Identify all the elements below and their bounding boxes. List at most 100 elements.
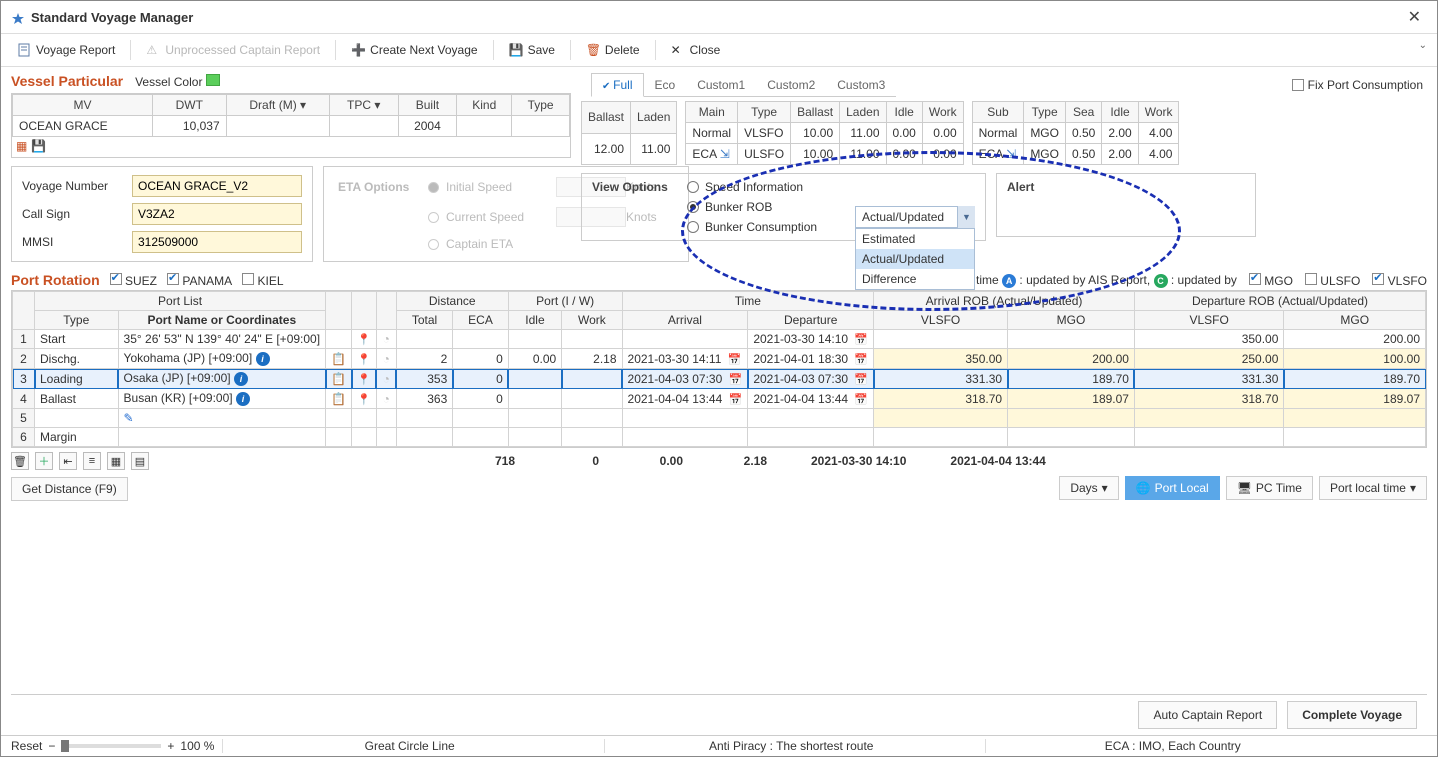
delete-button[interactable]: 🗑Delete bbox=[576, 38, 650, 62]
window-title: Standard Voyage Manager bbox=[31, 10, 1402, 25]
table-mini-icon-1[interactable]: ▦ bbox=[16, 139, 27, 153]
port-rotation-table[interactable]: Port List Distance Port (I / W) Time Arr… bbox=[12, 291, 1426, 447]
speed-info-label: Speed Information bbox=[705, 180, 855, 194]
save-button[interactable]: 💾Save bbox=[499, 38, 565, 62]
table-row[interactable]: 5 ✎ bbox=[13, 409, 1426, 428]
row-tool-1[interactable]: ⇤ bbox=[59, 452, 77, 470]
create-next-voyage-button[interactable]: ➕Create Next Voyage bbox=[341, 38, 487, 62]
row-tool-4[interactable]: ▤ bbox=[131, 452, 149, 470]
info-icon[interactable]: i bbox=[236, 392, 250, 406]
table-row[interactable]: 3LoadingOsaka (JP) [+09:00] i📋📍◔35302021… bbox=[13, 369, 1426, 389]
calendar-icon[interactable]: 📅 bbox=[854, 334, 868, 346]
auto-captain-report-button[interactable]: Auto Captain Report bbox=[1138, 701, 1277, 729]
row-add-button[interactable]: ＋ bbox=[35, 452, 53, 470]
close-button[interactable]: ✕Close bbox=[661, 38, 731, 62]
eca-link-icon-2[interactable]: ⇲ bbox=[1006, 147, 1016, 161]
voyage-number-input[interactable] bbox=[132, 175, 302, 197]
mgo-checkbox[interactable] bbox=[1249, 273, 1261, 285]
suez-checkbox[interactable] bbox=[110, 273, 122, 285]
alert-label: Alert bbox=[1007, 180, 1245, 194]
zoom-out-icon[interactable]: − bbox=[48, 739, 55, 753]
tab-custom2[interactable]: Custom2 bbox=[756, 73, 826, 96]
globe-icon: 🌐 bbox=[1136, 481, 1151, 495]
clipboard-icon[interactable]: 📋 bbox=[331, 392, 346, 406]
complete-voyage-button[interactable]: Complete Voyage bbox=[1287, 701, 1417, 729]
dropdown-opt-actual[interactable]: Actual/Updated bbox=[856, 249, 974, 269]
bunker-cons-radio[interactable] bbox=[687, 221, 699, 233]
pin-icon[interactable]: 📍 bbox=[357, 354, 371, 366]
ballast-laden-table: BallastLaden 12.0011.00 bbox=[581, 101, 677, 165]
days-dropdown[interactable]: Days ▾ bbox=[1059, 476, 1118, 500]
dropdown-opt-estimated[interactable]: Estimated bbox=[856, 229, 974, 249]
info-icon[interactable]: i bbox=[234, 372, 248, 386]
panama-checkbox[interactable] bbox=[167, 273, 179, 285]
edit-icon[interactable]: ✎ bbox=[124, 411, 134, 425]
voyage-report-button[interactable]: Voyage Report bbox=[7, 38, 125, 62]
clipboard-icon[interactable]: 📋 bbox=[331, 352, 346, 366]
vessel-row: OCEAN GRACE 10,037 2004 bbox=[13, 116, 570, 137]
totals-row: 718 0 0.00 2.18 2021-03-30 14:10 2021-04… bbox=[475, 454, 1046, 468]
kiel-checkbox[interactable] bbox=[242, 273, 254, 285]
unprocessed-captain-report-button: ⚠Unprocessed Captain Report bbox=[136, 38, 330, 62]
table-row[interactable]: 1Start35° 26' 53" N 139° 40' 24" E [+09:… bbox=[13, 330, 1426, 349]
tab-custom3[interactable]: Custom3 bbox=[826, 73, 896, 96]
calendar-icon[interactable]: 📅 bbox=[728, 354, 742, 366]
table-row[interactable]: 2Dischg.Yokohama (JP) [+09:00] i📋📍◔200.0… bbox=[13, 349, 1426, 369]
calendar-icon[interactable]: 📅 bbox=[854, 354, 868, 366]
main-consumption-table: MainTypeBallastLadenIdleWork NormalVLSFO… bbox=[685, 101, 963, 165]
call-sign-input[interactable] bbox=[132, 203, 302, 225]
row-tool-2[interactable]: ≡ bbox=[83, 452, 101, 470]
bunker-rob-radio[interactable] bbox=[687, 201, 699, 213]
port-local-button[interactable]: 🌐Port Local bbox=[1125, 476, 1220, 500]
eca-link-icon[interactable]: ⇲ bbox=[720, 147, 730, 161]
vessel-color-chip[interactable] bbox=[206, 74, 220, 86]
mmsi-input[interactable] bbox=[132, 231, 302, 253]
dropdown-button-icon[interactable]: ▼ bbox=[957, 206, 975, 228]
speed-info-radio[interactable] bbox=[687, 181, 699, 193]
vlsfo-checkbox[interactable] bbox=[1372, 273, 1384, 285]
calendar-icon[interactable]: 📅 bbox=[729, 394, 743, 406]
zoom-value: 100 % bbox=[180, 739, 214, 753]
window-close-button[interactable]: ✕ bbox=[1402, 7, 1427, 27]
pin-icon[interactable]: 📍 bbox=[357, 334, 371, 346]
col-draft[interactable]: Draft (M) ▾ bbox=[226, 95, 329, 116]
tab-custom1[interactable]: Custom1 bbox=[686, 73, 756, 96]
table-mini-icon-2[interactable]: 💾 bbox=[31, 139, 46, 153]
zoom-reset[interactable]: Reset bbox=[11, 739, 42, 753]
port-local-time-dropdown[interactable]: Port local time ▾ bbox=[1319, 476, 1427, 500]
table-row[interactable]: 4BallastBusan (KR) [+09:00] i📋📍◔36302021… bbox=[13, 389, 1426, 409]
voyage-id-panel: Voyage Number Call Sign MMSI bbox=[11, 166, 313, 262]
rob-type-dropdown[interactable]: Actual/Updated ▼ Estimated Actual/Update… bbox=[855, 206, 975, 228]
status-antipiracy[interactable]: Anti Piracy : The shortest route bbox=[604, 739, 978, 753]
tab-full[interactable]: Full bbox=[591, 73, 644, 97]
gauge-icon[interactable]: ◔ bbox=[383, 372, 390, 386]
pin-icon[interactable]: 📍 bbox=[357, 374, 371, 386]
table-row[interactable]: 6Margin bbox=[13, 428, 1426, 447]
calendar-icon[interactable]: 📅 bbox=[729, 374, 743, 386]
pin-icon[interactable]: 📍 bbox=[357, 394, 371, 406]
calendar-icon[interactable]: 📅 bbox=[854, 374, 868, 386]
ulsfo-checkbox[interactable] bbox=[1305, 273, 1317, 285]
zoom-in-icon[interactable]: + bbox=[167, 739, 174, 753]
zoom-control[interactable]: Reset − + 100 % bbox=[11, 739, 214, 753]
gauge-icon[interactable]: ◔ bbox=[383, 352, 390, 366]
ais-c-badge: C bbox=[1154, 274, 1168, 288]
status-eca[interactable]: ECA : IMO, Each Country bbox=[985, 739, 1359, 753]
tab-eco[interactable]: Eco bbox=[644, 73, 687, 96]
dropdown-list: Estimated Actual/Updated Difference bbox=[855, 228, 975, 290]
dropdown-opt-difference[interactable]: Difference bbox=[856, 269, 974, 289]
fix-port-consumption-checkbox[interactable] bbox=[1292, 79, 1304, 91]
get-distance-button[interactable]: Get Distance (F9) bbox=[11, 477, 128, 501]
col-tpc[interactable]: TPC ▾ bbox=[329, 95, 398, 116]
row-delete-button[interactable]: 🗑 bbox=[11, 452, 29, 470]
zoom-slider[interactable] bbox=[61, 744, 161, 748]
gauge-icon[interactable]: ◔ bbox=[383, 392, 390, 406]
pc-time-button[interactable]: 🖥PC Time bbox=[1226, 476, 1313, 500]
calendar-icon[interactable]: 📅 bbox=[854, 394, 868, 406]
clipboard-icon[interactable]: 📋 bbox=[331, 372, 346, 386]
status-gcl[interactable]: Great Circle Line bbox=[222, 739, 596, 753]
toolbar-expand-icon[interactable]: ⌄ bbox=[1419, 40, 1427, 51]
info-icon[interactable]: i bbox=[256, 352, 270, 366]
row-tool-3[interactable]: ▦ bbox=[107, 452, 125, 470]
gauge-icon[interactable]: ◔ bbox=[383, 332, 390, 346]
